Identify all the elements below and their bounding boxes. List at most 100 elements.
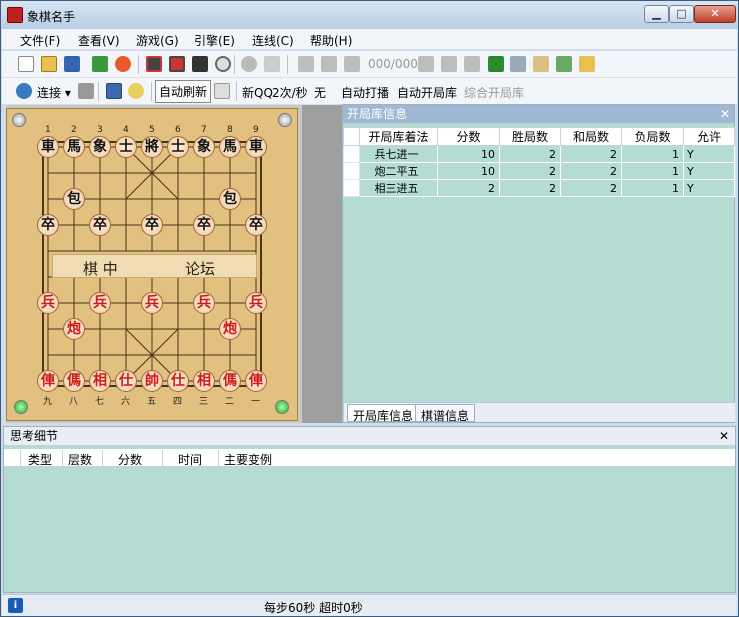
col-wins[interactable]: 胜局数 xyxy=(499,127,561,146)
cell-draws[interactable]: 2 xyxy=(560,145,622,163)
black-advisor[interactable]: 士 xyxy=(167,136,189,158)
black-pawn[interactable]: 卒 xyxy=(245,214,267,236)
black-pawn[interactable]: 卒 xyxy=(193,214,215,236)
engine-red-icon[interactable] xyxy=(146,56,162,72)
magnifier-icon[interactable] xyxy=(128,83,144,99)
prev-move-icon[interactable] xyxy=(344,56,360,72)
cell-move[interactable]: 相三进五 xyxy=(359,179,438,197)
col-losses[interactable]: 负局数 xyxy=(621,127,684,146)
next-fast-icon[interactable] xyxy=(441,56,457,72)
close-icon[interactable]: ✕ xyxy=(720,105,730,123)
cell-draws[interactable]: 2 xyxy=(560,179,622,197)
cell-losses[interactable]: 1 xyxy=(621,145,684,163)
board-edit-icon[interactable] xyxy=(488,56,504,72)
import-icon[interactable] xyxy=(556,56,572,72)
cell-wins[interactable]: 2 xyxy=(499,179,561,197)
col-depth[interactable]: 层数 xyxy=(68,451,92,468)
table-row[interactable]: 相三进五 2 2 2 1 Y xyxy=(343,179,735,197)
refresh-icon[interactable] xyxy=(214,83,230,99)
menu-file[interactable]: 文件(F) xyxy=(20,32,60,49)
swap-icon[interactable] xyxy=(92,56,108,72)
cancel-icon[interactable] xyxy=(241,56,257,72)
menu-connect[interactable]: 连线(C) xyxy=(252,32,294,49)
col-score[interactable]: 分数 xyxy=(437,127,500,146)
red-horse[interactable]: 傌 xyxy=(219,370,241,392)
red-elephant[interactable]: 相 xyxy=(193,370,215,392)
cell-move[interactable]: 炮二平五 xyxy=(359,162,438,180)
minimize-button[interactable]: ▁ xyxy=(644,5,669,23)
tab-game-record[interactable]: 棋谱信息 xyxy=(415,404,476,423)
red-advisor[interactable]: 仕 xyxy=(167,370,189,392)
red-advisor[interactable]: 仕 xyxy=(115,370,137,392)
last-move-icon[interactable] xyxy=(464,56,480,72)
black-pawn[interactable]: 卒 xyxy=(89,214,111,236)
red-pawn[interactable]: 兵 xyxy=(193,292,215,314)
cell-losses[interactable]: 1 xyxy=(621,179,684,197)
black-cannon[interactable]: 包 xyxy=(63,188,85,210)
undo-icon[interactable] xyxy=(264,56,280,72)
black-advisor[interactable]: 士 xyxy=(115,136,137,158)
maximize-button[interactable]: □ xyxy=(669,5,694,23)
none-label[interactable]: 无 xyxy=(314,84,326,101)
col-score[interactable]: 分数 xyxy=(118,451,142,468)
tab-opening-book[interactable]: 开局库信息 xyxy=(347,404,420,423)
engine-stop-icon[interactable] xyxy=(192,56,208,72)
next-move-icon[interactable] xyxy=(418,56,434,72)
cell-draws[interactable]: 2 xyxy=(560,162,622,180)
save-icon[interactable] xyxy=(64,56,80,72)
export-icon[interactable] xyxy=(579,56,595,72)
cell-wins[interactable]: 2 xyxy=(499,162,561,180)
black-pawn[interactable]: 卒 xyxy=(141,214,163,236)
monitor-icon[interactable] xyxy=(106,83,122,99)
paste-icon[interactable] xyxy=(533,56,549,72)
connect-button[interactable]: 连接 ▾ xyxy=(37,84,71,101)
col-draws[interactable]: 和局数 xyxy=(560,127,622,146)
menu-engine[interactable]: 引擎(E) xyxy=(194,32,235,49)
engine-black-icon[interactable] xyxy=(169,56,185,72)
cell-losses[interactable]: 1 xyxy=(621,162,684,180)
col-move[interactable]: 开局库着法 xyxy=(359,127,438,146)
speed-label[interactable]: 2次/秒 xyxy=(272,84,308,101)
new-icon[interactable] xyxy=(18,56,34,72)
close-button[interactable]: ✕ xyxy=(694,5,736,23)
col-main-line[interactable]: 主要变例 xyxy=(224,451,272,468)
red-chariot[interactable]: 俥 xyxy=(245,370,267,392)
title-bar[interactable]: 象棋名手 ▁ □ ✕ xyxy=(1,1,738,29)
table-row[interactable]: 兵七进一 10 2 2 1 Y xyxy=(343,145,735,163)
black-elephant[interactable]: 象 xyxy=(193,136,215,158)
red-elephant[interactable]: 相 xyxy=(89,370,111,392)
search-icon[interactable] xyxy=(215,56,231,72)
red-pawn[interactable]: 兵 xyxy=(89,292,111,314)
red-cannon[interactable]: 炮 xyxy=(63,318,85,340)
col-type[interactable]: 类型 xyxy=(28,451,52,468)
cell-score[interactable]: 10 xyxy=(437,162,500,180)
black-chariot[interactable]: 車 xyxy=(37,136,59,158)
cell-wins[interactable]: 2 xyxy=(499,145,561,163)
black-horse[interactable]: 馬 xyxy=(219,136,241,158)
red-pawn[interactable]: 兵 xyxy=(245,292,267,314)
cell-allow[interactable]: Y xyxy=(683,162,735,180)
red-horse[interactable]: 傌 xyxy=(63,370,85,392)
black-chariot[interactable]: 車 xyxy=(245,136,267,158)
cell-allow[interactable]: Y xyxy=(683,145,735,163)
cell-score[interactable]: 10 xyxy=(437,145,500,163)
red-pawn[interactable]: 兵 xyxy=(141,292,163,314)
red-chariot[interactable]: 俥 xyxy=(37,370,59,392)
menu-view[interactable]: 查看(V) xyxy=(78,32,120,49)
black-horse[interactable]: 馬 xyxy=(63,136,85,158)
new-qq-button[interactable]: 新QQ xyxy=(242,84,273,101)
clock-icon[interactable] xyxy=(115,56,131,72)
menu-game[interactable]: 游戏(G) xyxy=(136,32,179,49)
combined-opening-button[interactable]: 综合开局库 xyxy=(464,84,524,101)
auto-opening-button[interactable]: 自动开局库 xyxy=(397,84,457,101)
table-row[interactable]: 炮二平五 10 2 2 1 Y xyxy=(343,162,735,180)
info-icon[interactable]: i xyxy=(8,598,23,613)
connect-icon[interactable] xyxy=(16,83,32,99)
red-general[interactable]: 帥 xyxy=(141,370,163,392)
col-allow[interactable]: 允许 xyxy=(683,127,735,146)
close-icon[interactable]: ✕ xyxy=(719,427,729,446)
black-cannon[interactable]: 包 xyxy=(219,188,241,210)
cell-move[interactable]: 兵七进一 xyxy=(359,145,438,163)
pin-icon[interactable] xyxy=(78,83,94,99)
red-pawn[interactable]: 兵 xyxy=(37,292,59,314)
